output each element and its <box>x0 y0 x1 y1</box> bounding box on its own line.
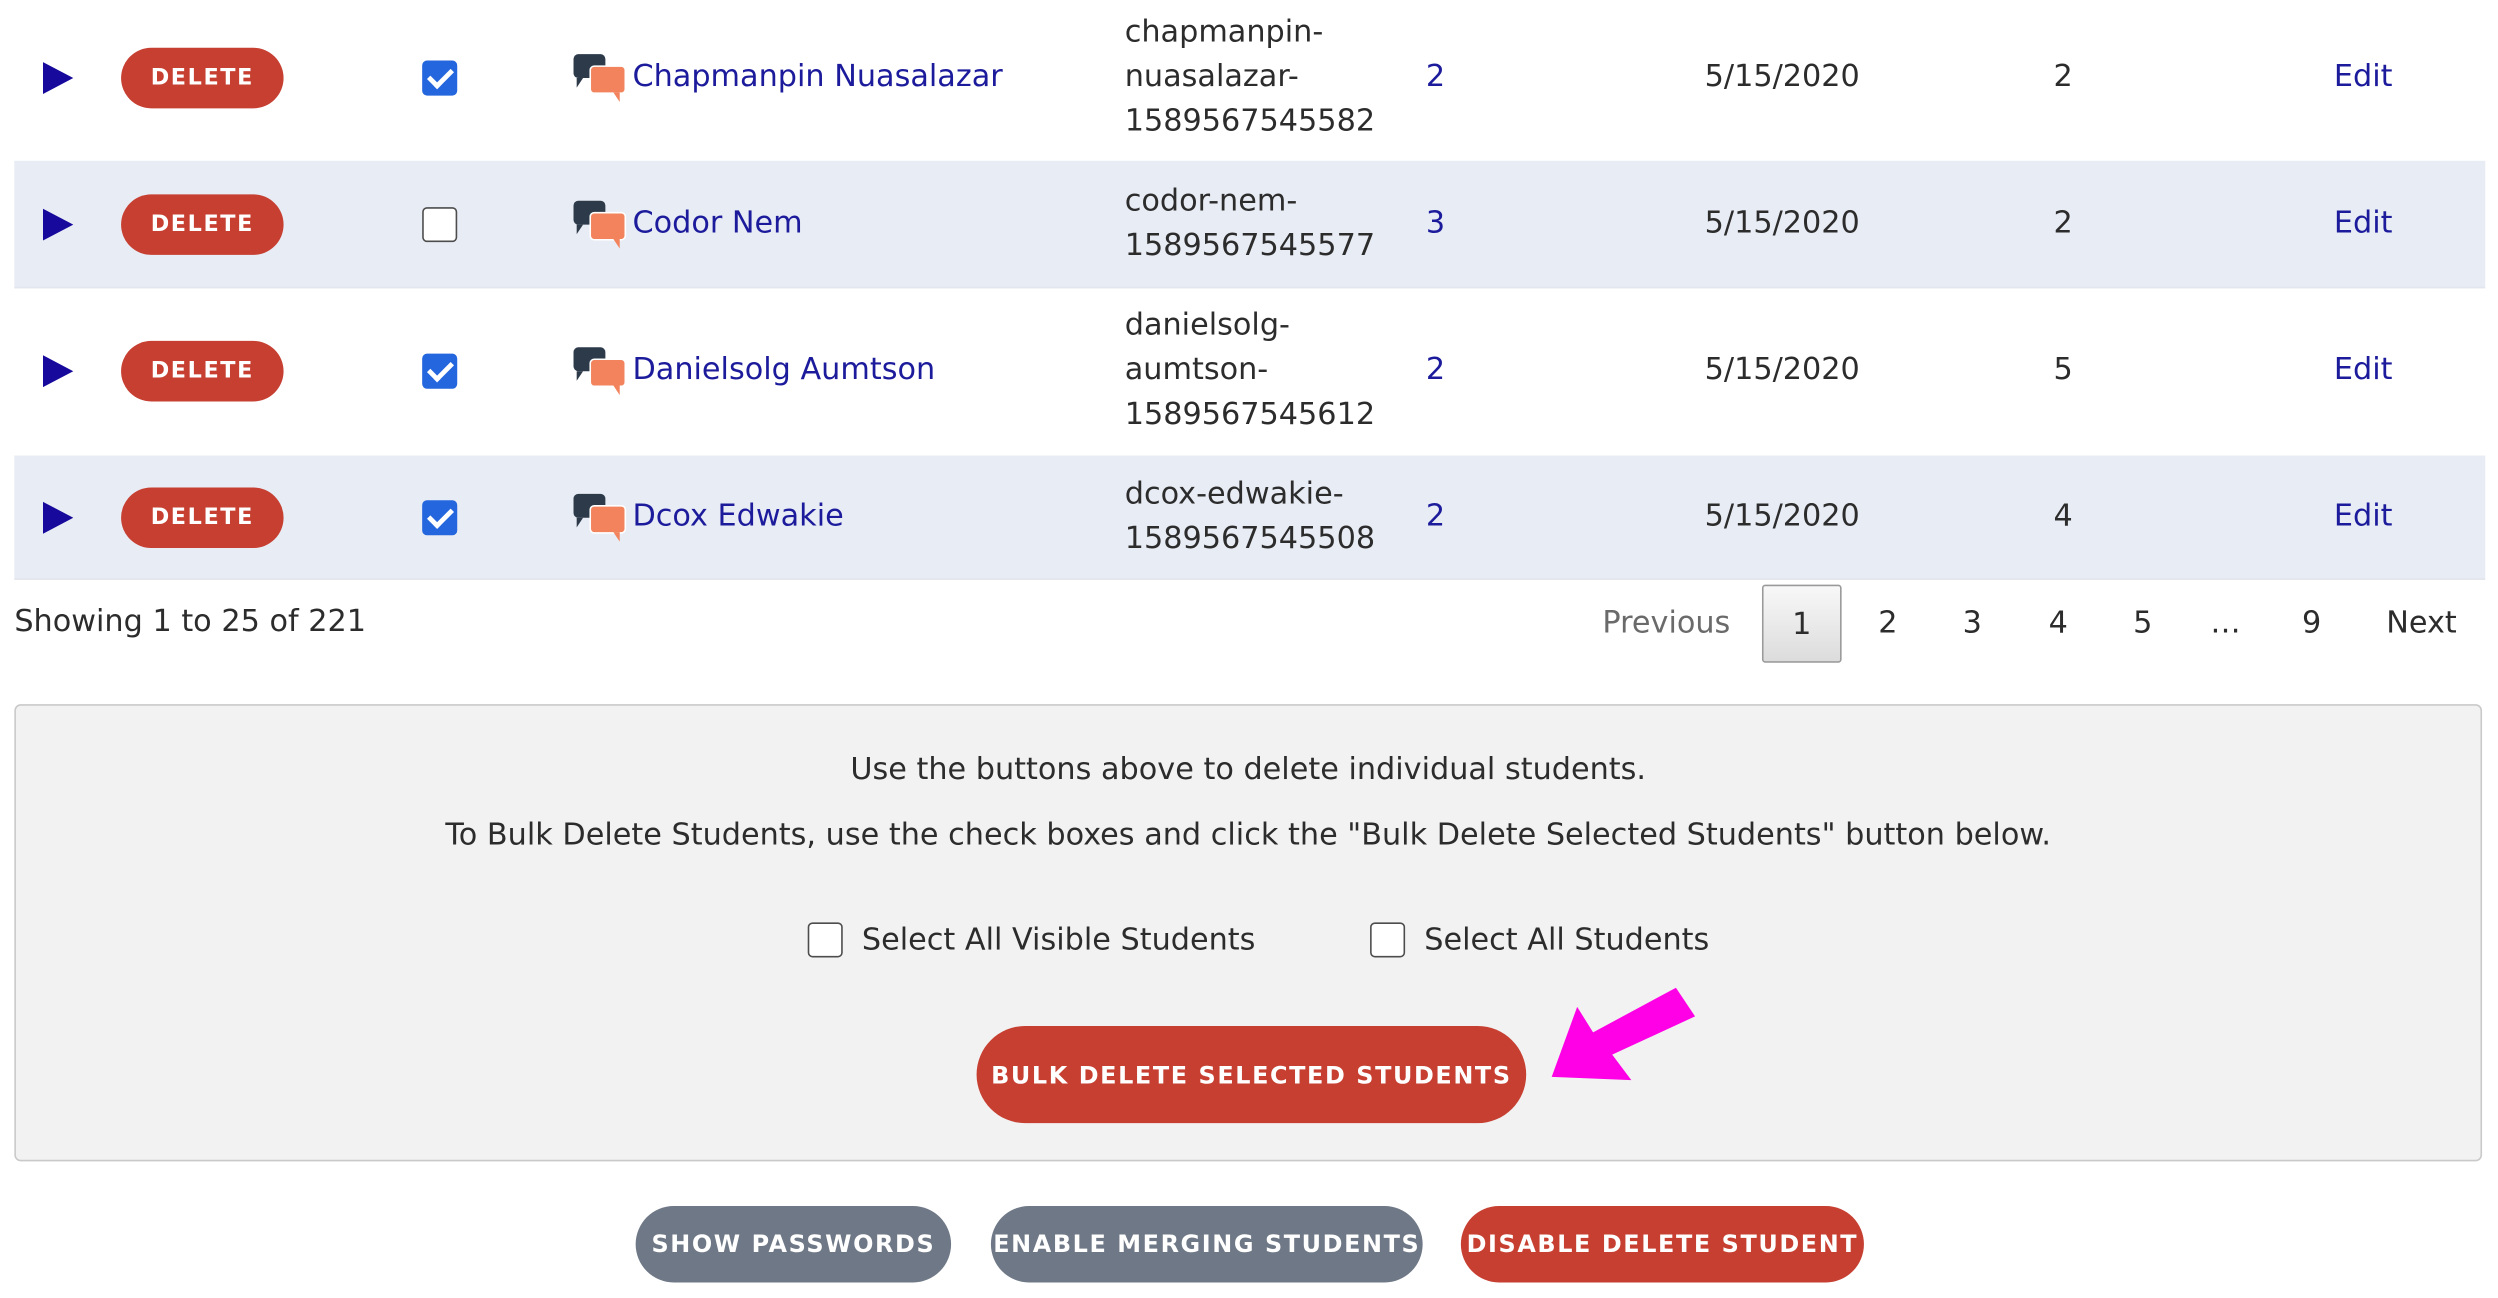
pagination-page[interactable]: 1 <box>1761 584 1842 663</box>
bulk-delete-selected-button[interactable]: BULK DELETE SELECTED STUDENTS <box>976 1025 1527 1124</box>
username-line: 1589567545577 <box>1124 227 1376 263</box>
expand-row-icon[interactable] <box>43 62 74 94</box>
grade-value: 2 <box>2053 205 2073 241</box>
select-all-visible-checkbox[interactable] <box>807 922 843 958</box>
student-management-page: DELETE Chapmanpin Nuasalazar chapmanpin-nu… <box>0 0 2498 1298</box>
delete-student-button[interactable]: DELETE <box>121 47 284 109</box>
username-line: 1589567545508 <box>1124 520 1376 556</box>
pagination-ellipsis: … <box>2210 605 2241 641</box>
row-select-checkbox[interactable] <box>422 60 458 96</box>
pointer-arrow-shape <box>1551 987 1696 1081</box>
edit-student-link[interactable]: Edit <box>2334 59 2393 94</box>
class-count-link[interactable]: 2 <box>1426 499 1445 534</box>
class-count-link[interactable]: 2 <box>1426 59 1445 94</box>
bulk-delete-panel: Use the buttons above to delete individu… <box>14 704 2483 1162</box>
student-name-link[interactable]: Codor Nem <box>632 206 802 241</box>
student-username: danielsolg-aumtson- 1589567545612 <box>1125 303 1375 437</box>
username-line: dcox-edwakie- <box>1124 476 1344 512</box>
select-all-students-checkbox[interactable] <box>1370 922 1406 958</box>
class-count-link[interactable]: 3 <box>1426 206 1445 241</box>
expand-row-icon[interactable] <box>43 501 74 534</box>
delete-student-button[interactable]: DELETE <box>121 194 284 255</box>
bulk-instruction-line-2: To Bulk Delete Students, use the check b… <box>445 817 2051 853</box>
edit-student-link[interactable]: Edit <box>2334 352 2393 387</box>
chat-bubbles-icon[interactable] <box>572 54 627 102</box>
table-row: DELETE Danielsolg Aumtson danielsolg-aumts… <box>14 287 2486 458</box>
edit-student-link[interactable]: Edit <box>2334 206 2393 241</box>
student-name-cell: Dcox Edwakie <box>572 493 844 542</box>
student-username: dcox-edwakie- 1589567545508 <box>1125 472 1375 561</box>
username-line: 1589567545612 <box>1124 396 1376 432</box>
username-line: danielsolg- <box>1124 307 1290 343</box>
select-all-visible-students[interactable]: Select All Visible Students <box>807 922 1256 958</box>
edit-student-link[interactable]: Edit <box>2334 499 2393 534</box>
chat-bubble-front <box>589 505 627 542</box>
select-all-students[interactable]: Select All Students <box>1370 922 1710 958</box>
select-all-students-label: Select All Students <box>1424 922 1710 958</box>
select-all-visible-label: Select All Visible Students <box>861 922 1256 958</box>
created-date: 5/15/2020 <box>1704 352 1860 388</box>
student-username: codor-nem- 1589567545577 <box>1125 178 1375 267</box>
created-date: 5/15/2020 <box>1704 205 1860 241</box>
bulk-instruction-line-1: Use the buttons above to delete individu… <box>850 751 1647 787</box>
student-name-cell: Codor Nem <box>572 200 803 249</box>
pagination-page[interactable]: 5 <box>2103 585 2183 663</box>
created-date: 5/15/2020 <box>1704 498 1860 534</box>
student-name-cell: Chapmanpin Nuasalazar <box>572 54 1003 102</box>
chat-bubbles-icon[interactable] <box>572 200 627 249</box>
showing-entries-text: Showing 1 to 25 of 221 <box>14 603 367 639</box>
username-line: codor-nem- <box>1124 183 1298 219</box>
disable-delete-student-button[interactable]: DISABLE DELETE STUDENT <box>1460 1205 1864 1283</box>
username-line: nuasalazar- <box>1124 58 1299 94</box>
table-row: DELETE Chapmanpin Nuasalazar chapmanpin-nu… <box>14 0 2486 163</box>
grade-value: 4 <box>2053 498 2073 534</box>
class-count-link[interactable]: 2 <box>1426 352 1445 387</box>
expand-row-icon[interactable] <box>43 208 74 241</box>
pagination-page[interactable]: 2 <box>1848 585 1928 663</box>
table-row: DELETE Codor Nem codor-nem- 1589567545577 3 5… <box>14 160 2486 289</box>
student-name-link[interactable]: Chapmanpin Nuasalazar <box>632 59 1002 94</box>
student-name-link[interactable]: Dcox Edwakie <box>632 499 843 534</box>
student-username: chapmanpin-nuasalazar- 1589567545582 <box>1125 10 1375 144</box>
grade-value: 5 <box>2053 352 2073 388</box>
student-name-cell: Danielsolg Aumtson <box>572 347 935 396</box>
chat-bubbles-icon[interactable] <box>572 493 627 542</box>
pointer-arrow-icon <box>1551 987 1696 1081</box>
row-select-checkbox[interactable] <box>422 353 458 389</box>
chat-bubble-front <box>589 358 627 396</box>
username-line: chapmanpin- <box>1124 14 1324 50</box>
delete-student-button[interactable]: DELETE <box>121 487 284 549</box>
enable-merging-students-button[interactable]: ENABLE MERGING STUDENTS <box>990 1205 1423 1283</box>
chat-bubbles-icon[interactable] <box>572 347 627 396</box>
table-row: DELETE Dcox Edwakie dcox-edwakie- 158956754… <box>14 455 2486 580</box>
pagination-page[interactable]: 4 <box>2018 585 2098 663</box>
username-line: 1589567545582 <box>1124 103 1376 139</box>
grade-value: 2 <box>2053 58 2073 94</box>
expand-row-icon[interactable] <box>43 355 74 388</box>
pagination-page[interactable]: 9 <box>2272 585 2352 663</box>
row-select-checkbox[interactable] <box>422 500 458 536</box>
pagination-previous[interactable]: Previous <box>1601 585 1732 663</box>
student-name-link[interactable]: Danielsolg Aumtson <box>632 352 935 387</box>
pagination-next[interactable]: Next <box>2377 585 2466 663</box>
show-passwords-button[interactable]: SHOW PASSWORDS <box>635 1205 952 1283</box>
delete-student-button[interactable]: DELETE <box>121 340 284 402</box>
pagination: Previous 1 2 3 4 5 … 9 Next <box>1577 584 2469 663</box>
username-line: aumtson- <box>1124 352 1269 388</box>
chat-bubble-front <box>589 65 627 102</box>
row-select-checkbox[interactable] <box>422 207 458 243</box>
chat-bubble-front <box>589 211 627 249</box>
created-date: 5/15/2020 <box>1704 58 1860 94</box>
pagination-page[interactable]: 3 <box>1932 585 2012 663</box>
